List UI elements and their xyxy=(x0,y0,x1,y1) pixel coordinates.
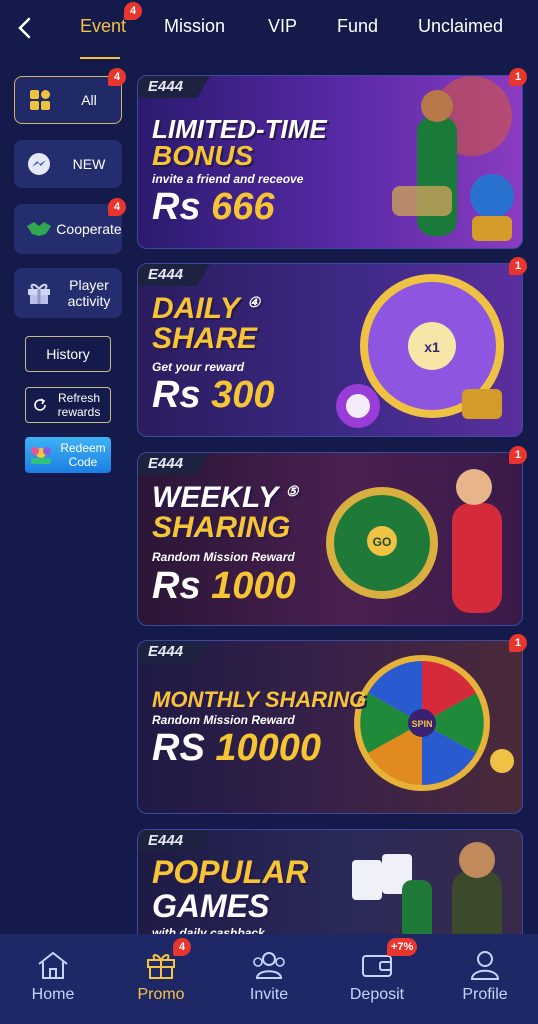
nav-label: Deposit xyxy=(349,986,405,1003)
back-button[interactable] xyxy=(12,14,36,42)
banner-amount: Rs 1000 xyxy=(152,565,296,607)
nav-invite[interactable]: Invite xyxy=(224,948,314,1004)
banner-badge: 1 xyxy=(509,446,527,464)
banner-subtitle: Random Mission Reward xyxy=(152,550,295,564)
tab-unclaimed[interactable]: Unclaimed xyxy=(418,16,503,37)
banner-title-line1: POPULAR xyxy=(152,854,309,890)
banner-title-line2: SHARING xyxy=(152,511,291,544)
refresh-icon xyxy=(34,398,46,411)
sidebar-item-player-activity[interactable]: Player activity xyxy=(14,268,122,318)
nav-label: Invite xyxy=(249,986,289,1003)
sidebar-item-new[interactable]: NEW xyxy=(14,140,122,188)
gift-icon xyxy=(22,276,56,310)
profile-icon xyxy=(470,951,500,980)
banner-badge: 1 xyxy=(509,68,527,86)
grid-icon xyxy=(23,83,57,117)
svg-text:SPIN: SPIN xyxy=(411,719,432,729)
banner-subtitle: Random Mission Reward xyxy=(152,713,295,727)
tab-event-badge: 4 xyxy=(124,2,142,20)
banner-title-line2: SHARE xyxy=(152,322,258,355)
handshake-icon xyxy=(22,212,56,246)
brand-logo: E444 xyxy=(138,641,210,663)
messenger-icon xyxy=(22,147,56,181)
tab-fund[interactable]: Fund xyxy=(337,16,378,37)
sidebar-cooperate-badge: 4 xyxy=(108,198,126,216)
banner-amount: Rs 300 xyxy=(152,374,275,416)
sidebar-all-badge: 4 xyxy=(108,68,126,86)
promo-banner-limited-time-bonus[interactable]: E444 LIMITED-TIME BONUS invite a friend … xyxy=(137,75,523,249)
sidebar-item-label: Cooperate xyxy=(56,221,122,237)
tab-vip[interactable]: VIP xyxy=(268,16,297,37)
brand-logo: E444 xyxy=(138,76,210,98)
promo-banner-daily-share[interactable]: x1 E444 DAILY ④ SHARE Get your reward Rs… xyxy=(137,263,523,437)
brand-logo: E444 xyxy=(138,264,210,286)
home-icon xyxy=(38,951,68,979)
redeem-code-button[interactable]: Redeem Code xyxy=(25,437,111,473)
tab-mission[interactable]: Mission xyxy=(164,16,225,37)
nav-profile[interactable]: Profile xyxy=(440,948,530,1004)
flower-icon xyxy=(31,447,51,464)
prize-wheel-art: x1 xyxy=(336,274,504,428)
refresh-rewards-button[interactable]: Refresh rewards xyxy=(25,387,111,423)
top-nav: Event 4 Mission VIP Fund Unclaimed xyxy=(0,0,538,59)
nav-promo-badge: 4 xyxy=(173,938,191,956)
history-label: History xyxy=(46,346,90,362)
brand-logo: E444 xyxy=(138,830,210,852)
chevron-left-icon xyxy=(18,17,31,39)
nav-label: Profile xyxy=(462,986,508,1003)
banner-title-line2: BONUS xyxy=(152,140,254,171)
banner-title-line1: WEEKLY ⑤ xyxy=(152,481,299,514)
nav-deposit[interactable]: Deposit xyxy=(332,948,422,1004)
refresh-rewards-label: Refresh rewards xyxy=(57,391,101,419)
nav-deposit-badge: +7% xyxy=(387,938,418,956)
promo-banner-monthly-sharing[interactable]: SPIN E444 MONTHLY SHARING Random Mission… xyxy=(137,640,523,814)
banner-badge: 1 xyxy=(509,634,527,652)
invite-icon xyxy=(253,952,285,979)
banner-subtitle: invite a friend and receove xyxy=(152,172,304,186)
banner-amount: Rs 666 xyxy=(152,186,275,228)
history-button[interactable]: History xyxy=(25,336,111,372)
nav-promo[interactable]: Promo xyxy=(116,948,206,1004)
sidebar-item-cooperate[interactable]: Cooperate xyxy=(14,204,122,254)
bottom-nav: Home Promo 4 Invite Deposit +7% Profile xyxy=(0,934,538,1024)
promo-banner-weekly-sharing[interactable]: GO E444 WEEKLY ⑤ SHARING Random Mission … xyxy=(137,452,523,626)
svg-text:GO: GO xyxy=(373,535,392,549)
banner-amount: RS 10000 xyxy=(152,727,322,769)
sidebar-item-label: All xyxy=(81,92,97,108)
banner-title-line2: GAMES xyxy=(152,888,270,924)
nav-home[interactable]: Home xyxy=(8,948,98,1004)
active-tab-indicator xyxy=(80,57,120,59)
sidebar-item-label: Player activity xyxy=(67,277,111,309)
spin-wheel-art: SPIN xyxy=(354,655,514,791)
svg-text:x1: x1 xyxy=(424,339,440,355)
banner-subtitle: Get your reward xyxy=(152,360,245,374)
banner-title-line1: MONTHLY SHARING xyxy=(152,687,367,712)
sidebar-item-label: NEW xyxy=(72,156,106,172)
nav-label: Promo xyxy=(137,986,185,1003)
banner-title-line1: DAILY ④ xyxy=(152,292,261,325)
tab-event[interactable]: Event xyxy=(80,16,126,37)
banner-badge: 1 xyxy=(509,257,527,275)
sidebar-item-all[interactable]: All xyxy=(14,76,122,124)
redeem-code-label: Redeem Code xyxy=(60,441,106,469)
cricket-player-art xyxy=(392,76,514,241)
nav-label: Home xyxy=(31,986,75,1003)
brand-logo: E444 xyxy=(138,453,210,475)
green-wheel-art: GO xyxy=(326,469,502,613)
